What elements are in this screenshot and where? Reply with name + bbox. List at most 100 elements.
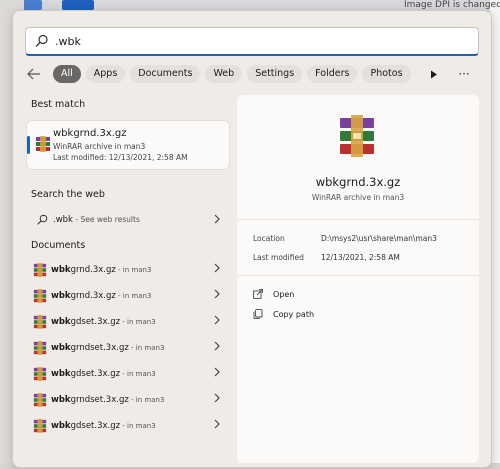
winrar-archive-icon [36,136,50,152]
search-icon [37,214,48,225]
divider [237,219,479,220]
play-icon [431,70,437,78]
preview-pane: wbkgrnd.3x.gz WinRAR archive in man3 Loc… [237,95,479,463]
document-name-match: wbk [51,369,71,379]
open-label: Open [273,289,295,299]
winrar-archive-icon [33,315,47,329]
chevron-right-icon [214,367,220,377]
best-match-name: wbkgrnd.3x.gz [53,128,127,139]
web-search-result[interactable]: .wbk - See web results [27,209,229,231]
document-location: - in man3 [128,396,165,404]
search-web-heading: Search the web [31,189,105,200]
document-name: wbkgdset.3x.gz - in man3 [51,369,156,379]
best-match-type: WinRAR archive in man3 [53,142,146,151]
best-match-modified: Last modified: 12/13/2021, 2:58 AM [53,153,188,162]
documents-heading: Documents [31,240,86,251]
preview-title: wbkgrnd.3x.gz [315,175,401,189]
chevron-right-icon [214,341,220,351]
document-location: - in man3 [115,292,152,300]
document-name: wbkgrndset.3x.gz - in man3 [51,395,164,405]
document-name-match: wbk [51,395,71,405]
document-result[interactable]: wbkgdset.3x.gz - in man3 [27,414,229,438]
modified-value: 12/13/2021, 2:58 AM [321,253,400,262]
document-result[interactable]: wbkgdset.3x.gz - in man3 [27,310,229,334]
filter-chip-photos[interactable]: Photos [362,65,411,83]
document-name-match: wbk [51,291,71,301]
document-name: wbkgdset.3x.gz - in man3 [51,421,156,431]
more-filters-button[interactable] [425,65,443,83]
chevron-right-icon [214,393,220,403]
document-name-match: wbk [51,265,71,275]
winrar-archive-icon [33,289,47,303]
chevron-right-icon [214,419,220,429]
search-box[interactable]: .wbk [25,27,479,56]
more-options-button[interactable]: ··· [455,65,473,83]
arrow-left-icon [27,68,40,80]
chevron-right-icon [214,289,220,299]
chevron-right-icon [214,263,220,273]
open-action[interactable]: Open [253,286,294,302]
chevron-right-icon [214,315,220,325]
filter-chip-documents[interactable]: Documents [130,65,201,83]
winrar-archive-icon [33,419,47,433]
web-result-text: .wbk - See web results [53,215,140,225]
back-button[interactable] [25,65,43,83]
results-list: Best match wbkgrnd.3x.gz WinRAR archive … [25,95,231,465]
document-name: wbkgdset.3x.gz - in man3 [51,317,156,327]
document-result[interactable]: wbkgrnd.3x.gz - in man3 [27,258,229,282]
document-location: - in man3 [120,318,156,326]
document-location: - in man3 [120,422,156,430]
document-name: wbkgrndset.3x.gz - in man3 [51,343,164,353]
background-window-text: Image DPI is changed [404,0,500,10]
document-name: wbkgrnd.3x.gz - in man3 [51,265,151,275]
filter-bar: All Apps Documents Web Settings Folders … [25,63,485,85]
filter-chip-web[interactable]: Web [205,65,243,83]
document-result[interactable]: wbkgdset.3x.gz - in man3 [27,362,229,386]
copy-icon [253,309,263,319]
chevron-right-icon [214,214,220,224]
location-label: Location [253,234,285,243]
document-name-match: wbk [51,343,71,353]
winrar-archive-icon [33,393,47,407]
divider [237,275,479,276]
copy-path-label: Copy path [273,309,315,319]
document-name-rest: grndset.3x.gz [70,343,129,353]
search-input[interactable]: .wbk [55,35,81,48]
document-location: - in man3 [115,266,152,274]
best-match-heading: Best match [31,99,86,110]
document-name-match: wbk [51,317,71,327]
document-result[interactable]: wbkgrnd.3x.gz - in man3 [27,284,229,308]
modified-label: Last modified [253,253,304,262]
winrar-archive-icon [33,263,47,277]
document-name-rest: gdset.3x.gz [70,317,121,327]
filter-chip-all[interactable]: All [53,65,81,83]
winrar-archive-icon [33,367,47,381]
document-name-rest: grndset.3x.gz [70,395,129,405]
preview-subtitle: WinRAR archive in man3 [311,193,405,202]
best-match-result[interactable]: wbkgrnd.3x.gz WinRAR archive in man3 Las… [27,121,229,169]
winrar-archive-icon [33,341,47,355]
open-external-icon [253,289,263,299]
winrar-archive-icon [340,115,374,157]
document-location: - in man3 [128,344,165,352]
search-panel: .wbk All Apps Documents Web Settings Fol… [12,10,492,468]
filter-chip-settings[interactable]: Settings [247,65,303,83]
document-location: - in man3 [120,370,156,378]
document-name: wbkgrnd.3x.gz - in man3 [51,291,151,301]
document-name-rest: grnd.3x.gz [70,291,116,301]
selection-indicator [27,136,30,154]
location-value: D:\msys2\usr\share\man\man3 [321,234,437,243]
document-name-rest: gdset.3x.gz [70,369,121,379]
copy-path-action[interactable]: Copy path [253,306,314,322]
search-icon [35,34,48,47]
document-name-rest: grnd.3x.gz [70,265,116,275]
document-result[interactable]: wbkgrndset.3x.gz - in man3 [27,388,229,412]
document-name-rest: gdset.3x.gz [70,421,121,431]
filter-chip-apps[interactable]: Apps [85,65,126,83]
background-taskbar-icon [62,0,94,10]
document-name-match: wbk [51,421,71,431]
document-result[interactable]: wbkgrndset.3x.gz - in man3 [27,336,229,360]
web-query: .wbk [53,215,73,225]
filter-chip-folders[interactable]: Folders [307,65,358,83]
web-suffix: - See web results [72,215,140,224]
